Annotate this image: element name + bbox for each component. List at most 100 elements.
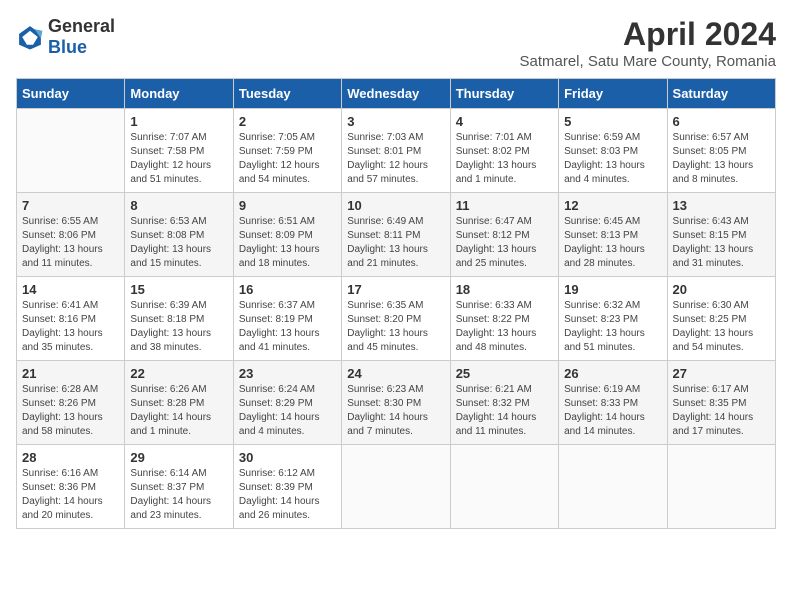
calendar-cell: 3 Sunrise: 7:03 AMSunset: 8:01 PMDaylight…: [342, 109, 450, 193]
day-number: 24: [347, 366, 444, 381]
calendar-cell: 23 Sunrise: 6:24 AMSunset: 8:29 PMDayligh…: [233, 361, 341, 445]
day-number: 21: [22, 366, 119, 381]
calendar-table: SundayMondayTuesdayWednesdayThursdayFrid…: [16, 78, 776, 529]
day-info: Sunrise: 7:07 AMSunset: 7:58 PMDaylight:…: [130, 131, 227, 187]
day-number: 27: [673, 366, 770, 381]
day-info: Sunrise: 6:26 AMSunset: 8:28 PMDaylight:…: [130, 383, 227, 439]
page-header: General Blue April 2024 Satmarel, Satu M…: [16, 16, 776, 70]
day-info: Sunrise: 6:47 AMSunset: 8:12 PMDaylight:…: [456, 215, 553, 271]
week-row-1: 1 Sunrise: 7:07 AMSunset: 7:58 PMDaylight…: [17, 109, 776, 193]
day-info: Sunrise: 6:55 AMSunset: 8:06 PMDaylight:…: [22, 215, 119, 271]
day-number: 19: [564, 282, 661, 297]
day-number: 13: [673, 198, 770, 213]
col-header-monday: Monday: [125, 79, 233, 109]
day-info: Sunrise: 6:12 AMSunset: 8:39 PMDaylight:…: [239, 467, 336, 523]
title-block: April 2024 Satmarel, Satu Mare County, R…: [519, 16, 776, 70]
day-number: 22: [130, 366, 227, 381]
logo-text-general: General: [48, 16, 115, 36]
col-header-friday: Friday: [559, 79, 667, 109]
col-header-sunday: Sunday: [17, 79, 125, 109]
col-header-saturday: Saturday: [667, 79, 775, 109]
day-number: 28: [22, 450, 119, 465]
day-number: 17: [347, 282, 444, 297]
day-info: Sunrise: 7:03 AMSunset: 8:01 PMDaylight:…: [347, 131, 444, 187]
calendar-cell: 4Sunrise: 7:01 AMSunset: 8:02 PMDaylight…: [450, 109, 558, 193]
calendar-cell: 12 Sunrise: 6:45 AMSunset: 8:13 PMDayligh…: [559, 193, 667, 277]
day-number: 3: [347, 114, 444, 129]
logo: General Blue: [16, 16, 115, 58]
day-info: Sunrise: 6:16 AMSunset: 8:36 PMDaylight:…: [22, 467, 119, 523]
day-number: 14: [22, 282, 119, 297]
location-subtitle: Satmarel, Satu Mare County, Romania: [519, 53, 776, 70]
col-header-thursday: Thursday: [450, 79, 558, 109]
calendar-cell: 27 Sunrise: 6:17 AMSunset: 8:35 PMDayligh…: [667, 361, 775, 445]
calendar-cell: [559, 445, 667, 529]
day-number: 15: [130, 282, 227, 297]
day-info: Sunrise: 6:30 AMSunset: 8:25 PMDaylight:…: [673, 299, 770, 355]
calendar-cell: [17, 109, 125, 193]
day-number: 12: [564, 198, 661, 213]
day-number: 30: [239, 450, 336, 465]
calendar-cell: 26Sunrise: 6:19 AMSunset: 8:33 PMDayligh…: [559, 361, 667, 445]
calendar-cell: 11 Sunrise: 6:47 AMSunset: 8:12 PMDayligh…: [450, 193, 558, 277]
day-number: 23: [239, 366, 336, 381]
day-info: Sunrise: 7:01 AMSunset: 8:02 PMDaylight:…: [456, 131, 553, 187]
day-number: 25: [456, 366, 553, 381]
calendar-cell: 16 Sunrise: 6:37 AMSunset: 8:19 PMDayligh…: [233, 277, 341, 361]
calendar-cell: 29 Sunrise: 6:14 AMSunset: 8:37 PMDayligh…: [125, 445, 233, 529]
col-header-tuesday: Tuesday: [233, 79, 341, 109]
day-info: Sunrise: 6:33 AMSunset: 8:22 PMDaylight:…: [456, 299, 553, 355]
calendar-cell: 28 Sunrise: 6:16 AMSunset: 8:36 PMDayligh…: [17, 445, 125, 529]
month-title: April 2024: [519, 16, 776, 53]
week-row-5: 28 Sunrise: 6:16 AMSunset: 8:36 PMDayligh…: [17, 445, 776, 529]
day-info: Sunrise: 6:37 AMSunset: 8:19 PMDaylight:…: [239, 299, 336, 355]
day-info: Sunrise: 6:21 AMSunset: 8:32 PMDaylight:…: [456, 383, 553, 439]
day-info: Sunrise: 6:49 AMSunset: 8:11 PMDaylight:…: [347, 215, 444, 271]
day-number: 1: [130, 114, 227, 129]
day-number: 26: [564, 366, 661, 381]
calendar-cell: 9 Sunrise: 6:51 AMSunset: 8:09 PMDaylight…: [233, 193, 341, 277]
day-info: Sunrise: 6:39 AMSunset: 8:18 PMDaylight:…: [130, 299, 227, 355]
day-info: Sunrise: 6:17 AMSunset: 8:35 PMDaylight:…: [673, 383, 770, 439]
calendar-cell: 2Sunrise: 7:05 AMSunset: 7:59 PMDaylight…: [233, 109, 341, 193]
day-info: Sunrise: 6:43 AMSunset: 8:15 PMDaylight:…: [673, 215, 770, 271]
day-number: 6: [673, 114, 770, 129]
calendar-cell: 17Sunrise: 6:35 AMSunset: 8:20 PMDayligh…: [342, 277, 450, 361]
calendar-cell: 20Sunrise: 6:30 AMSunset: 8:25 PMDayligh…: [667, 277, 775, 361]
calendar-cell: [342, 445, 450, 529]
day-number: 9: [239, 198, 336, 213]
day-info: Sunrise: 6:41 AMSunset: 8:16 PMDaylight:…: [22, 299, 119, 355]
day-number: 29: [130, 450, 227, 465]
day-info: Sunrise: 6:51 AMSunset: 8:09 PMDaylight:…: [239, 215, 336, 271]
day-info: Sunrise: 6:28 AMSunset: 8:26 PMDaylight:…: [22, 383, 119, 439]
day-info: Sunrise: 6:53 AMSunset: 8:08 PMDaylight:…: [130, 215, 227, 271]
calendar-cell: 10Sunrise: 6:49 AMSunset: 8:11 PMDayligh…: [342, 193, 450, 277]
day-number: 18: [456, 282, 553, 297]
day-number: 2: [239, 114, 336, 129]
day-info: Sunrise: 6:32 AMSunset: 8:23 PMDaylight:…: [564, 299, 661, 355]
calendar-cell: 21 Sunrise: 6:28 AMSunset: 8:26 PMDayligh…: [17, 361, 125, 445]
day-number: 16: [239, 282, 336, 297]
col-header-wednesday: Wednesday: [342, 79, 450, 109]
calendar-cell: 5Sunrise: 6:59 AMSunset: 8:03 PMDaylight…: [559, 109, 667, 193]
calendar-cell: 6 Sunrise: 6:57 AMSunset: 8:05 PMDaylight…: [667, 109, 775, 193]
calendar-cell: [450, 445, 558, 529]
day-info: Sunrise: 6:45 AMSunset: 8:13 PMDaylight:…: [564, 215, 661, 271]
week-row-4: 21 Sunrise: 6:28 AMSunset: 8:26 PMDayligh…: [17, 361, 776, 445]
calendar-cell: 24Sunrise: 6:23 AMSunset: 8:30 PMDayligh…: [342, 361, 450, 445]
week-row-2: 7 Sunrise: 6:55 AMSunset: 8:06 PMDaylight…: [17, 193, 776, 277]
calendar-cell: 25 Sunrise: 6:21 AMSunset: 8:32 PMDayligh…: [450, 361, 558, 445]
calendar-cell: 1 Sunrise: 7:07 AMSunset: 7:58 PMDaylight…: [125, 109, 233, 193]
logo-text-blue: Blue: [48, 37, 87, 57]
calendar-cell: 14 Sunrise: 6:41 AMSunset: 8:16 PMDayligh…: [17, 277, 125, 361]
day-number: 11: [456, 198, 553, 213]
day-info: Sunrise: 6:14 AMSunset: 8:37 PMDaylight:…: [130, 467, 227, 523]
week-row-3: 14 Sunrise: 6:41 AMSunset: 8:16 PMDayligh…: [17, 277, 776, 361]
day-info: Sunrise: 6:57 AMSunset: 8:05 PMDaylight:…: [673, 131, 770, 187]
calendar-cell: 18 Sunrise: 6:33 AMSunset: 8:22 PMDayligh…: [450, 277, 558, 361]
logo-icon: [16, 23, 44, 51]
day-number: 7: [22, 198, 119, 213]
day-number: 5: [564, 114, 661, 129]
day-info: Sunrise: 6:24 AMSunset: 8:29 PMDaylight:…: [239, 383, 336, 439]
calendar-cell: 7 Sunrise: 6:55 AMSunset: 8:06 PMDaylight…: [17, 193, 125, 277]
